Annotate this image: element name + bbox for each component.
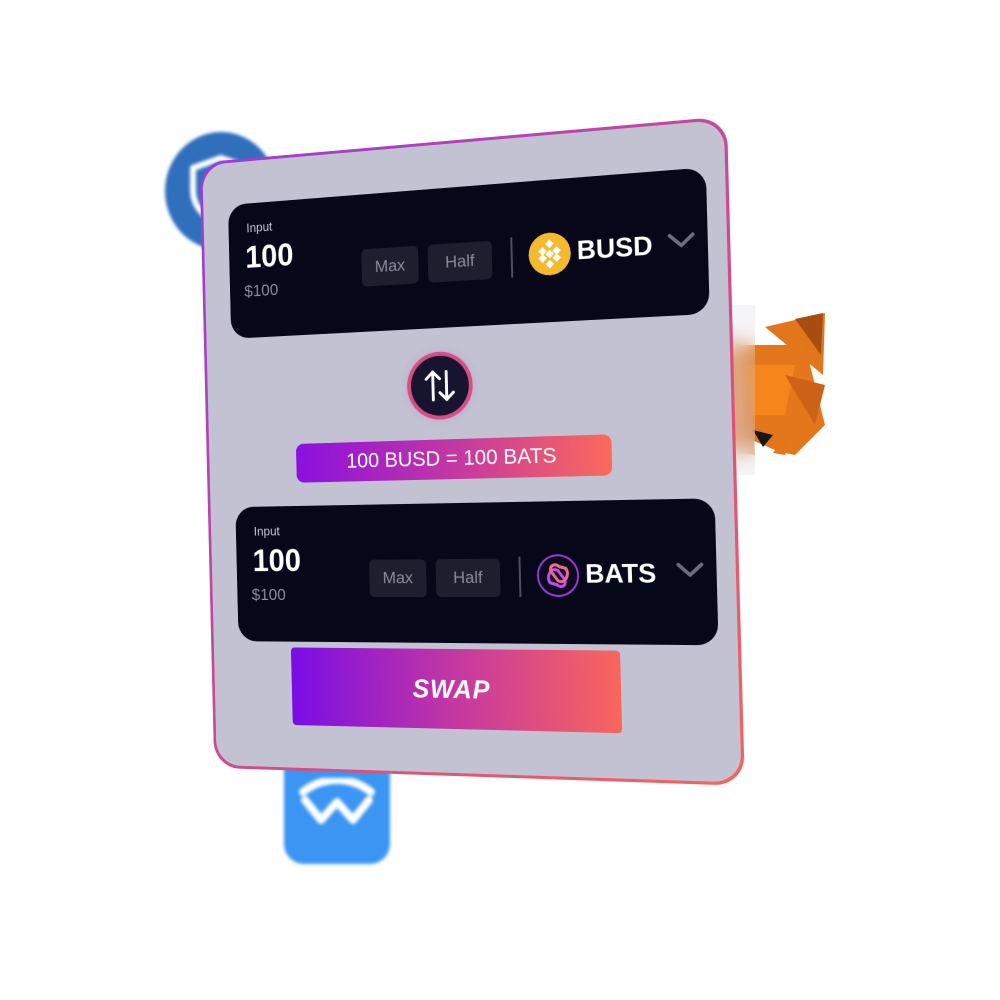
to-input-label: Input (253, 523, 280, 539)
chevron-down-icon[interactable] (674, 559, 706, 580)
to-amount-input[interactable]: 100 (252, 543, 301, 579)
from-max-button[interactable]: Max (361, 245, 419, 287)
from-input-label: Input (246, 218, 273, 236)
swap-arrows-icon (424, 367, 456, 404)
to-token-name[interactable]: BATS (585, 558, 657, 590)
divider (518, 556, 522, 598)
from-usd-value: $100 (244, 280, 279, 301)
chevron-down-icon[interactable] (665, 229, 697, 252)
to-token-panel: Input 100 $100 Max Half BATS (235, 498, 719, 646)
to-usd-value: $100 (251, 585, 287, 604)
exchange-rate-badge: 100 BUSD = 100 BATS (295, 434, 613, 483)
bats-logo-icon (536, 554, 579, 597)
to-max-button[interactable]: Max (368, 559, 427, 598)
swap-card: Input 100 $100 Max Half BUSD 100 BUSD = … (199, 116, 745, 786)
from-token-name[interactable]: BUSD (576, 230, 653, 267)
busd-coin-icon (528, 231, 572, 277)
swap-button[interactable]: SWAP (290, 647, 623, 734)
from-amount-input[interactable]: 100 (245, 237, 294, 276)
to-half-button[interactable]: Half (435, 558, 501, 598)
divider (510, 237, 514, 278)
swap-illustration: Input 100 $100 Max Half BUSD 100 BUSD = … (0, 0, 1000, 1000)
from-half-button[interactable]: Half (427, 240, 493, 283)
